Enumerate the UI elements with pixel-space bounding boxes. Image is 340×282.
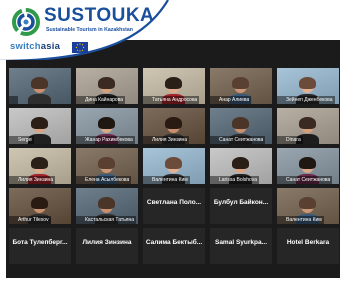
mic-muted-icon xyxy=(11,217,16,223)
mic-muted-icon xyxy=(279,97,284,103)
participant-name: Лилия Зинзина xyxy=(82,239,132,246)
participant-name: Светлана Поло... xyxy=(146,199,202,206)
participant-tile[interactable]: Dinara xyxy=(277,108,339,144)
mic-muted-icon xyxy=(212,137,217,143)
participant-name: Бота Тулепберг... xyxy=(12,239,68,246)
mic-muted-icon xyxy=(11,177,16,183)
participant-video xyxy=(27,76,52,104)
participant-name: Дина Кайнарова xyxy=(85,97,124,103)
participant-name: Валентина Ким xyxy=(152,177,188,183)
mic-muted-icon xyxy=(78,137,83,143)
participant-namebar: Larissa Bolshova xyxy=(210,176,260,184)
participant-namebar: Sergei xyxy=(9,136,35,144)
mic-muted-icon xyxy=(11,97,16,103)
participant-name: Булбул Байкон... xyxy=(213,199,269,206)
participant-tile[interactable]: Лилия Зинзина xyxy=(76,228,138,264)
participant-name: Arthur Tilesov xyxy=(18,217,49,223)
mic-muted-icon xyxy=(145,177,150,183)
participant-tile[interactable]: Анар Алиева xyxy=(210,68,272,104)
mic-muted-icon xyxy=(212,257,217,263)
participant-tile[interactable]: Лилия Зинзина xyxy=(9,148,71,184)
participant-namebar: Лилия Зинзина xyxy=(9,176,56,184)
participant-namebar: Dinara xyxy=(277,136,303,144)
mic-muted-icon xyxy=(279,217,284,223)
mic-muted-icon xyxy=(78,177,83,183)
mic-muted-icon xyxy=(212,217,217,223)
participant-namebar: Елена Асылбекова xyxy=(76,176,132,184)
participant-namebar: Санат Сеитжанова xyxy=(277,176,333,184)
participant-tile[interactable]: Булбул Байкон... xyxy=(210,188,272,224)
participant-name: Анар Алиева xyxy=(219,97,250,103)
participant-tile[interactable]: Samal Syurkpa... xyxy=(210,228,272,264)
participant-tile[interactable]: Валентина Ким xyxy=(277,188,339,224)
mic-muted-icon xyxy=(145,137,150,143)
mic-muted-icon xyxy=(279,257,284,263)
participant-name: Larissa Bolshova xyxy=(219,177,258,183)
participant-namebar: Валентина Ким xyxy=(143,176,190,184)
participant-tile[interactable]: Дина Кайнарова xyxy=(76,68,138,104)
mic-muted-icon xyxy=(78,257,83,263)
participant-name: Кастальская Татьяна xyxy=(85,217,135,223)
participant-name: Зейнеп Дженбекова xyxy=(286,97,333,103)
participant-name: Hotel Berkara xyxy=(286,239,330,246)
participant-namebar: Анар Алиева xyxy=(210,96,252,104)
mic-muted-icon xyxy=(11,257,16,263)
participant-name: Лилия Зинзина xyxy=(18,177,54,183)
video-call-gallery: Дина Кайнарова Татьяна Андросова Анар Алие… xyxy=(6,40,340,278)
participant-namebar: Валентина Ким xyxy=(277,216,324,224)
mic-muted-icon xyxy=(212,177,217,183)
mic-muted-icon xyxy=(145,217,150,223)
participant-name: Жанар Рахимбекова xyxy=(85,137,133,143)
participant-namebar: Жанар Рахимбекова xyxy=(76,136,135,144)
participant-tile[interactable]: Лилия Зинзина xyxy=(143,108,205,144)
participant-namebar: Кастальская Татьяна xyxy=(76,216,137,224)
mic-muted-icon xyxy=(78,97,83,103)
mic-muted-icon xyxy=(212,97,217,103)
participant-namebar: Лилия Зинзина xyxy=(143,136,190,144)
participant-name: Sergei xyxy=(18,137,33,143)
participant-namebar: Санат Сеитжанова xyxy=(210,136,266,144)
participant-tile[interactable]: Елена Асылбекова xyxy=(76,148,138,184)
participant-name: Лилия Зинзина xyxy=(152,137,188,143)
participant-name: Санат Сеитжанова xyxy=(219,137,264,143)
participant-tile[interactable]: Валентина Ким xyxy=(143,148,205,184)
participant-tile[interactable]: Зейнеп Дженбекова xyxy=(277,68,339,104)
participant-namebar xyxy=(9,96,18,104)
participant-tile[interactable]: Татьяна Андросова xyxy=(143,68,205,104)
participant-tile[interactable]: Салима Бектыб... xyxy=(143,228,205,264)
participant-tile[interactable]: Жанар Рахимбекова xyxy=(76,108,138,144)
participant-tile[interactable]: Arthur Tilesov xyxy=(9,188,71,224)
participant-name: Dinara xyxy=(286,137,301,143)
participant-namebar: Татьяна Андросова xyxy=(143,96,200,104)
participant-name: Валентина Ким xyxy=(286,217,322,223)
participant-name: Санат Сеитжанова xyxy=(286,177,331,183)
mic-muted-icon xyxy=(78,217,83,223)
participant-tile[interactable]: Hotel Berkara xyxy=(277,228,339,264)
participant-tile[interactable]: Бота Тулепберг... xyxy=(9,228,71,264)
participant-tile[interactable]: Кастальская Татьяна xyxy=(76,188,138,224)
participant-tile[interactable]: Sergei xyxy=(9,108,71,144)
participant-name: Салима Бектыб... xyxy=(145,239,203,246)
screenshot: Дина Кайнарова Татьяна Андросова Анар Алие… xyxy=(0,0,340,282)
participant-name: Елена Асылбекова xyxy=(85,177,130,183)
participant-name: Samal Syurkpa... xyxy=(214,239,268,246)
logo-panel xyxy=(0,0,169,60)
participant-tile[interactable]: Санат Сеитжанова xyxy=(277,148,339,184)
mic-muted-icon xyxy=(279,177,284,183)
participant-tile[interactable]: Санат Сеитжанова xyxy=(210,108,272,144)
participant-tile[interactable] xyxy=(9,68,71,104)
mic-muted-icon xyxy=(279,137,284,143)
participant-namebar: Arthur Tilesov xyxy=(9,216,51,224)
participant-tile[interactable]: Larissa Bolshova xyxy=(210,148,272,184)
participant-tile[interactable]: Светлана Поло... xyxy=(143,188,205,224)
participant-namebar: Дина Кайнарова xyxy=(76,96,126,104)
participant-name: Татьяна Андросова xyxy=(152,97,198,103)
participant-namebar: Зейнеп Дженбекова xyxy=(277,96,335,104)
mic-muted-icon xyxy=(145,97,150,103)
mic-muted-icon xyxy=(11,137,16,143)
mic-muted-icon xyxy=(145,257,150,263)
